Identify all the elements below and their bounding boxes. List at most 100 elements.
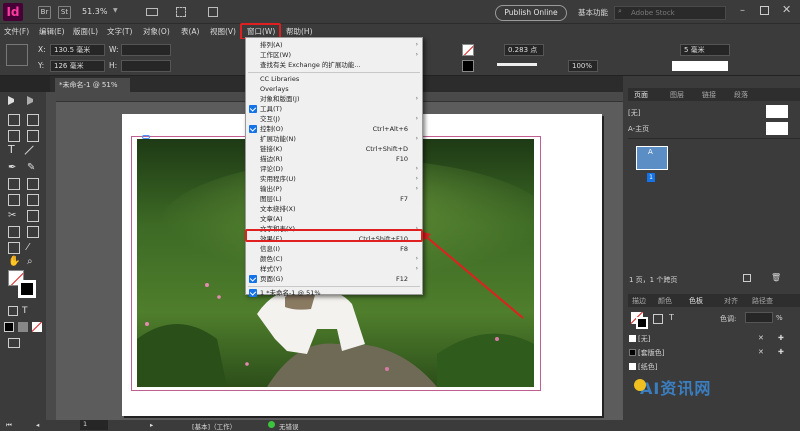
formatting-container-icon[interactable]	[8, 306, 18, 316]
tab-paragraph[interactable]: 段落	[734, 90, 748, 100]
window-menu-item[interactable]: 文章(A)	[246, 214, 422, 224]
tab-links[interactable]: 链接	[702, 90, 716, 100]
height-field[interactable]	[121, 60, 171, 72]
delete-page-icon[interactable]: 🗑	[771, 273, 781, 282]
gap-tool-icon[interactable]	[27, 114, 39, 126]
y-position-field[interactable]: 126 毫米	[50, 60, 105, 72]
master-none[interactable]: [无]	[628, 108, 640, 118]
prev-page-icon[interactable]: ◂	[36, 421, 39, 429]
publish-online-button[interactable]: Publish Online	[495, 5, 567, 21]
window-menu-item[interactable]: 文本绕排(X)	[246, 204, 422, 214]
first-page-icon[interactable]: ⏮	[6, 421, 12, 430]
gradient-tool-icon[interactable]	[8, 226, 20, 238]
pen-tool-icon[interactable]: ✒	[8, 162, 20, 174]
swatch-none[interactable]: [无]	[638, 334, 650, 344]
swatch-text-icon[interactable]: T	[669, 313, 674, 322]
window-menu-item[interactable]: 查找有关 Exchange 的扩展功能...	[246, 60, 422, 70]
screen-mode-icon[interactable]	[176, 7, 186, 17]
screen-mode-normal-icon[interactable]	[8, 338, 20, 348]
window-menu-item[interactable]: 交互(J) ›	[246, 114, 422, 124]
note-tool-icon[interactable]	[8, 242, 20, 254]
adobe-stock-search[interactable]: Adobe Stock	[614, 6, 726, 20]
hand-tool-icon[interactable]: ✋	[8, 256, 20, 268]
minimize-icon[interactable]: –	[740, 5, 745, 16]
workspace-switcher[interactable]: 基本功能	[578, 7, 608, 18]
tab-layers[interactable]: 图层	[670, 90, 684, 100]
gradient-feather-tool-icon[interactable]	[27, 226, 39, 238]
next-page-icon[interactable]: ▸	[150, 421, 153, 429]
master-a[interactable]: A-主页	[628, 124, 649, 134]
formatting-text-icon[interactable]: T	[22, 306, 28, 316]
swatch-edit-icon-2[interactable]: ✕	[758, 348, 764, 356]
rectangle-tool-icon[interactable]	[27, 178, 39, 190]
swatch-edit-icon[interactable]: ✕	[758, 334, 764, 342]
fill-swatch-none[interactable]	[462, 44, 474, 56]
content-placer-icon[interactable]	[27, 130, 39, 142]
zoom-level[interactable]: 51.3%	[82, 7, 107, 16]
menu-layout[interactable]: 版面(L)	[73, 26, 98, 37]
window-menu-item[interactable]: 样式(Y) ›	[246, 264, 422, 274]
window-menu-item[interactable]: 描边(R) F10	[246, 154, 422, 164]
reference-point-icon[interactable]	[6, 44, 28, 66]
window-menu-item[interactable]: 颜色(C) ›	[246, 254, 422, 264]
page-tool-icon[interactable]	[8, 114, 20, 126]
window-menu-item[interactable]: 扩展功能(N) ›	[246, 134, 422, 144]
page-number-field[interactable]: 1	[80, 420, 108, 430]
menu-type[interactable]: 文字(T)	[107, 26, 132, 37]
x-position-field[interactable]: 130.5 毫米	[50, 44, 105, 56]
stroke-weight-field[interactable]: 0.283 点	[504, 44, 544, 56]
arrange-documents-icon[interactable]	[208, 7, 218, 17]
zoom-tool-icon[interactable]: ⌕	[27, 256, 39, 268]
menu-view[interactable]: 视图(V)	[210, 26, 236, 37]
window-menu-item[interactable]: 控制(O) Ctrl+Alt+6	[246, 124, 422, 134]
stock-button[interactable]: St	[58, 6, 71, 19]
tab-swatches[interactable]: 色板	[689, 296, 703, 306]
selection-tool-icon[interactable]	[8, 96, 14, 105]
window-menu-item[interactable]: 排列(A) ›	[246, 40, 422, 50]
window-menu-item[interactable]: 1 *未命名-1 @ 51%	[246, 288, 422, 298]
window-menu-item[interactable]: 对象和版面(J) ›	[246, 94, 422, 104]
new-page-icon[interactable]	[743, 274, 751, 282]
stroke-swatch[interactable]	[462, 60, 474, 72]
window-menu-item[interactable]: 实用程序(U) ›	[246, 174, 422, 184]
swatch-paper[interactable]: [纸色]	[638, 362, 657, 372]
window-menu-item[interactable]: 工具(T)	[246, 104, 422, 114]
apply-gradient-icon[interactable]	[18, 322, 28, 332]
pencil-tool-icon[interactable]: ✎	[27, 162, 39, 174]
window-menu-item[interactable]: Overlays	[246, 84, 422, 94]
window-menu-item[interactable]: CC Libraries	[246, 74, 422, 84]
window-menu-item[interactable]: 链接(K) Ctrl+Shift+D	[246, 144, 422, 154]
menu-table[interactable]: 表(A)	[181, 26, 199, 37]
bridge-button[interactable]: Br	[38, 6, 51, 19]
window-menu-item[interactable]: 评论(D) ›	[246, 164, 422, 174]
tab-pages[interactable]: 页面	[634, 90, 648, 100]
rectangle-frame-tool-icon[interactable]	[8, 178, 20, 190]
stroke-color-box[interactable]	[18, 280, 36, 298]
preflight-status[interactable]: 无错误	[279, 421, 299, 431]
menu-edit[interactable]: 编辑(E)	[39, 26, 65, 37]
tint-field[interactable]	[745, 312, 773, 323]
chevron-down-icon[interactable]: ▼	[113, 7, 118, 14]
tab-pathfinder[interactable]: 路径查	[752, 296, 773, 306]
eyedropper-tool-icon[interactable]: ⁄	[27, 242, 39, 254]
window-menu-item[interactable]: 图层(L) F7	[246, 194, 422, 204]
menu-help[interactable]: 帮助(H)	[286, 26, 313, 37]
opacity-field[interactable]: 100%	[568, 60, 598, 72]
menu-object[interactable]: 对象(O)	[143, 26, 170, 37]
type-tool-icon[interactable]: T	[8, 144, 20, 156]
content-collector-icon[interactable]	[8, 130, 20, 142]
swatch-stroke[interactable]	[636, 317, 648, 329]
window-menu-item[interactable]: 输出(P) ›	[246, 184, 422, 194]
window-menu-item[interactable]: 工作区(W) ›	[246, 50, 422, 60]
swatch-mode-icon-2[interactable]: ✚	[778, 348, 784, 356]
scissors-tool-icon[interactable]: ✂	[8, 210, 20, 222]
maximize-icon[interactable]	[760, 6, 769, 15]
menu-file[interactable]: 文件(F)	[4, 26, 29, 37]
window-menu-item[interactable]: 页面(G) F12	[246, 274, 422, 284]
frame-content-grabber[interactable]	[142, 135, 150, 139]
window-menu-item[interactable]: 信息(I) F8	[246, 244, 422, 254]
free-transform-tool-icon[interactable]	[27, 210, 39, 222]
document-tab[interactable]: *未命名-1 @ 51%	[55, 78, 130, 92]
style-box[interactable]	[672, 61, 728, 71]
close-icon[interactable]: ✕	[782, 3, 791, 16]
